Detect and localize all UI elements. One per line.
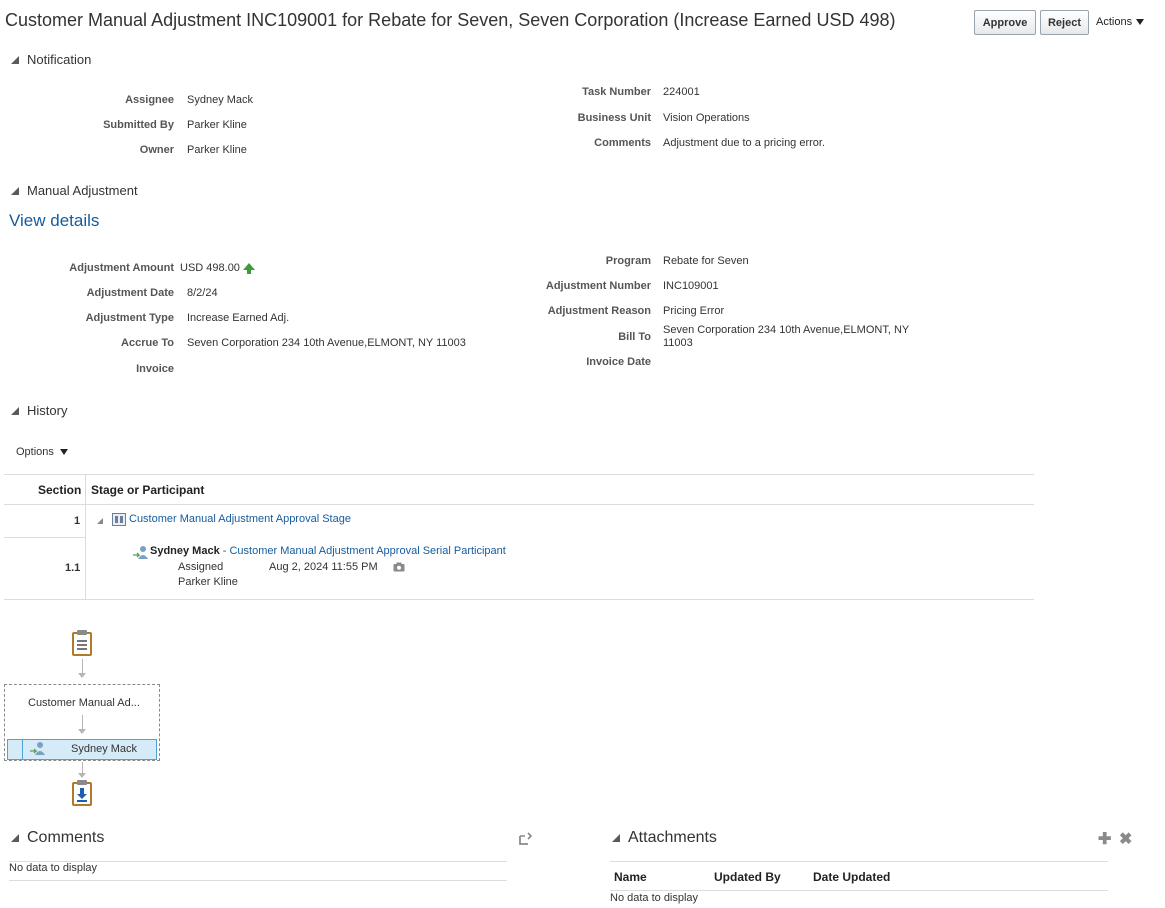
comments-value: Adjustment due to a pricing error. [663,137,826,149]
flow-connector [82,659,83,673]
adjustment-date-value: 8/2/24 [187,287,218,299]
chevron-down-icon [1136,19,1145,25]
flow-participant-label: Sydney Mack [71,743,138,755]
flow-participant-handle [7,739,23,760]
clipboard-end-icon [72,780,92,806]
attachments-heading: Attachments [628,829,717,846]
participant-status: Assigned [178,561,224,573]
disclosure-triangle-icon [11,406,19,415]
history-row-divider [4,537,85,538]
invoice-date-label: Invoice Date [586,356,651,368]
adjustment-amount-label: Adjustment Amount [69,262,174,274]
submitted-by-label: Submitted By [103,119,174,131]
attachments-top-divider [610,861,1108,862]
disclosure-triangle-icon [612,834,620,842]
stage-column-header: Stage or Participant [91,483,205,497]
flow-arrow-head [78,729,86,734]
flow-connector [82,715,83,729]
history-section-header[interactable]: History [9,403,67,418]
adjustment-amount-value: USD 498.00 [180,262,240,274]
approval-stage-link[interactable]: Customer Manual Adjustment Approval Stag… [129,513,351,525]
participant-line: Sydney Mack - Customer Manual Adjustment… [150,545,506,557]
business-unit-label: Business Unit [577,112,651,124]
participant-name: Sydney Mack [150,545,220,557]
business-unit-value: Vision Operations [663,112,750,124]
comments-heading: Comments [27,829,105,846]
view-details-link[interactable]: View details [9,211,99,231]
program-label: Program [605,255,651,267]
camera-icon[interactable] [393,562,405,572]
task-number-label: Task Number [582,86,651,98]
adjustment-type-value: Increase Earned Adj. [187,312,290,324]
clipboard-start-icon [72,630,92,656]
disclosure-triangle-icon [11,55,19,64]
program-value: Rebate for Seven [663,255,749,267]
comments-section-header[interactable]: Comments [9,829,104,847]
participant-icon [30,742,45,755]
flow-arrow-head [78,673,86,678]
task-number-value: 224001 [663,86,700,98]
participant-icon [133,546,148,559]
adjustment-reason-label: Adjustment Reason [547,305,651,317]
adjustment-reason-value: Pricing Error [663,305,725,317]
options-label: Options [16,446,54,458]
notification-heading: Notification [27,52,92,67]
stage-icon [112,513,126,526]
comments-label: Comments [594,137,651,149]
history-heading: History [27,403,68,418]
submitted-by-value: Parker Kline [187,119,247,131]
assignee-value: Sydney Mack [187,94,254,106]
attachments-header-divider [610,890,1108,891]
attachments-updated-by-header: Updated By [714,870,781,884]
accrue-to-label: Accrue To [121,337,174,349]
disclosure-triangle-icon [11,186,19,195]
attachments-empty: No data to display [610,892,699,904]
reply-icon[interactable] [518,831,534,847]
bill-to-value-line1: Seven Corporation 234 10th Avenue,ELMONT… [663,324,910,336]
flow-arrow-head [78,773,86,778]
chevron-down-icon [59,449,68,455]
delete-icon[interactable]: ✖ [1119,829,1132,849]
bill-to-value-line2: 11003 [663,337,693,349]
notification-section-header[interactable]: Notification [9,52,91,67]
participant-assigned-by: Parker Kline [178,576,238,588]
page-title: Customer Manual Adjustment INC109001 for… [5,10,896,30]
disclosure-triangle-icon [11,834,19,842]
actions-menu[interactable]: Actions [1096,16,1145,28]
adjustment-type-label: Adjustment Type [85,312,174,324]
manual-adjustment-section-header[interactable]: Manual Adjustment [9,183,138,198]
approve-button[interactable]: Approve [974,10,1036,35]
attachments-name-header: Name [614,870,647,884]
comments-empty: No data to display [9,862,98,874]
history-row-2-section: 1.1 [65,562,81,574]
history-column-divider [85,475,86,599]
disclosure-triangle-icon[interactable] [97,518,103,524]
attachments-section-header[interactable]: Attachments [610,829,717,847]
participant-date: Aug 2, 2024 11:55 PM [269,561,378,573]
history-row-1-section: 1 [74,515,81,527]
comments-bottom-divider [9,880,507,881]
adjustment-number-value: INC109001 [663,280,719,292]
options-menu[interactable]: Options [16,446,68,458]
up-arrow-icon [243,263,255,274]
flow-stage-label: Customer Manual Ad... [28,697,140,709]
reject-button[interactable]: Reject [1040,10,1089,35]
attachments-date-updated-header: Date Updated [813,870,891,884]
owner-value: Parker Kline [187,144,247,156]
actions-label: Actions [1096,16,1133,28]
adjustment-date-label: Adjustment Date [86,287,174,299]
history-table-top-border [4,474,1034,475]
bill-to-label: Bill To [618,331,651,343]
history-table-bottom-border [4,599,1034,600]
section-column-header: Section [38,483,82,497]
participant-role-link[interactable]: Customer Manual Adjustment Approval Seri… [229,545,505,557]
add-icon[interactable]: ✚ [1098,829,1111,849]
manual-adjustment-heading: Manual Adjustment [27,183,138,198]
assignee-label: Assignee [125,94,174,106]
owner-label: Owner [139,144,174,156]
history-header-divider [4,504,1034,505]
accrue-to-value: Seven Corporation 234 10th Avenue,ELMONT… [187,337,466,349]
invoice-label: Invoice [136,363,174,375]
adjustment-number-label: Adjustment Number [545,280,651,292]
